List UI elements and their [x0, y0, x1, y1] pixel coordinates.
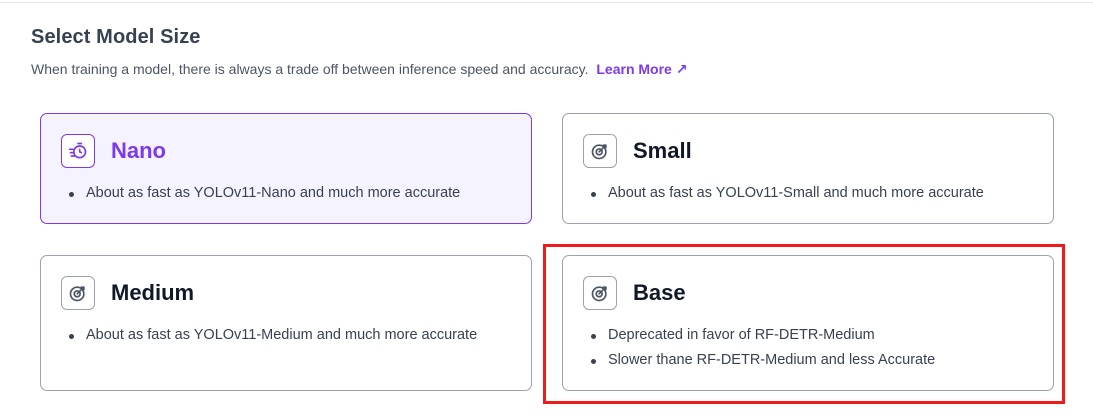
section-header: Select Model Size: [31, 26, 201, 49]
learn-more-label: Learn More: [596, 61, 672, 77]
card-title-nano: Nano: [111, 138, 166, 163]
target-icon: [583, 276, 617, 310]
top-divider: [0, 2, 1093, 3]
target-icon: [583, 134, 617, 168]
list-item: About as fast as YOLOv11-Medium and much…: [68, 323, 477, 348]
card-bullets: About as fast as YOLOv11-Medium and much…: [68, 323, 477, 348]
target-icon: [61, 276, 95, 310]
subtitle-text: When training a model, there is always a…: [31, 61, 589, 77]
list-item: About as fast as YOLOv11-Small and much …: [591, 181, 984, 206]
fast-timer-icon: [61, 134, 95, 168]
model-card-medium[interactable]: Medium About as fast as YOLOv11-Medium a…: [40, 255, 532, 391]
card-title-base: Base: [633, 280, 686, 305]
arrow-up-right-icon: ↗: [675, 61, 688, 77]
card-bullets: About as fast as YOLOv11-Nano and much m…: [68, 181, 460, 206]
model-card-small[interactable]: Small About as fast as YOLOv11-Small and…: [562, 113, 1054, 224]
list-item: About as fast as YOLOv11-Nano and much m…: [68, 181, 460, 206]
card-title-small: Small: [633, 138, 692, 163]
card-title-medium: Medium: [111, 280, 195, 305]
learn-more-link[interactable]: Learn More ↗: [596, 61, 687, 77]
section-subtitle: When training a model, there is always a…: [31, 61, 688, 78]
list-item: Slower thane RF-DETR-Medium and less Acc…: [590, 348, 935, 373]
list-item: Deprecated in favor of RF-DETR-Medium: [590, 323, 935, 348]
card-bullets: Deprecated in favor of RF-DETR-Medium Sl…: [590, 323, 935, 373]
card-bullets: About as fast as YOLOv11-Small and much …: [591, 181, 984, 206]
model-card-base[interactable]: Base Deprecated in favor of RF-DETR-Medi…: [562, 255, 1054, 391]
section-title: Select Model Size: [31, 26, 201, 48]
model-card-nano[interactable]: Nano About as fast as YOLOv11-Nano and m…: [40, 113, 532, 224]
